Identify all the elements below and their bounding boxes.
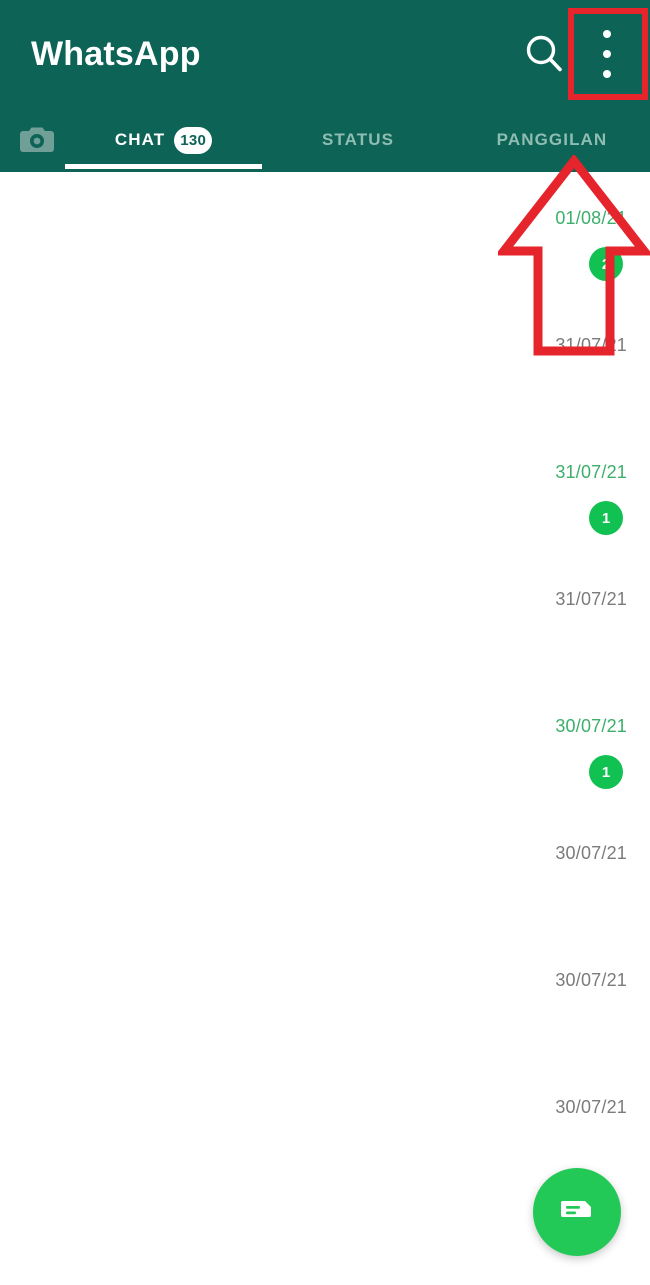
chat-unread-count-badge: 130 xyxy=(174,126,213,154)
new-chat-icon xyxy=(561,1201,591,1217)
chat-list-item[interactable]: 31/07/21 xyxy=(0,299,650,426)
tab-bar: CHAT 130 STATUS PANGGILAN xyxy=(0,108,650,172)
chat-list-item[interactable]: 31/07/21 xyxy=(0,553,650,680)
menu-dot-2 xyxy=(603,50,611,58)
chat-list-item[interactable]: 30/07/21 xyxy=(0,934,650,1061)
search-icon[interactable] xyxy=(521,31,567,77)
new-chat-fab[interactable] xyxy=(533,1168,621,1256)
menu-dot-3 xyxy=(603,70,611,78)
tab-chat-label: CHAT xyxy=(114,130,166,149)
chat-timestamp: 30/07/21 xyxy=(555,716,627,736)
tab-panggilan-label: PANGGILAN xyxy=(496,130,608,149)
whatsapp-screen: WhatsApp CHAT 130 STATUS PANGGILAN 01/08… xyxy=(0,0,650,1285)
chat-timestamp: 31/07/21 xyxy=(555,589,627,609)
chat-timestamp: 30/07/21 xyxy=(555,1097,627,1117)
tab-panggilan[interactable]: PANGGILAN xyxy=(454,108,650,172)
tab-status-label: STATUS xyxy=(321,130,395,149)
chat-list-item[interactable]: 30/07/21 1 xyxy=(0,680,650,807)
chat-timestamp: 30/07/21 xyxy=(555,970,627,990)
chat-list-item[interactable]: 30/07/21 xyxy=(0,1061,650,1188)
unread-badge: 1 xyxy=(589,501,623,535)
chat-timestamp: 31/07/21 xyxy=(555,462,627,482)
chat-list-item[interactable]: 01/08/21 2 xyxy=(0,172,650,299)
chat-timestamp: 31/07/21 xyxy=(555,335,627,355)
chat-timestamp: 01/08/21 xyxy=(555,208,627,228)
camera-icon[interactable] xyxy=(20,124,54,154)
chat-timestamp: 30/07/21 xyxy=(555,843,627,863)
active-tab-indicator xyxy=(65,164,262,169)
page-title: WhatsApp xyxy=(31,35,201,73)
app-bar: WhatsApp xyxy=(0,0,650,108)
menu-dot-1 xyxy=(603,30,611,38)
chat-list-item[interactable]: 30/07/21 xyxy=(0,807,650,934)
unread-badge: 1 xyxy=(589,755,623,789)
tab-chat[interactable]: CHAT 130 xyxy=(65,108,262,172)
chat-list-item[interactable]: 31/07/21 1 xyxy=(0,426,650,553)
overflow-menu-icon[interactable] xyxy=(592,26,622,82)
chat-list[interactable]: 01/08/21 2 31/07/21 31/07/21 1 31/07/21 30/07/… xyxy=(0,172,650,1285)
tab-status[interactable]: STATUS xyxy=(262,108,454,172)
unread-badge: 2 xyxy=(589,247,623,281)
